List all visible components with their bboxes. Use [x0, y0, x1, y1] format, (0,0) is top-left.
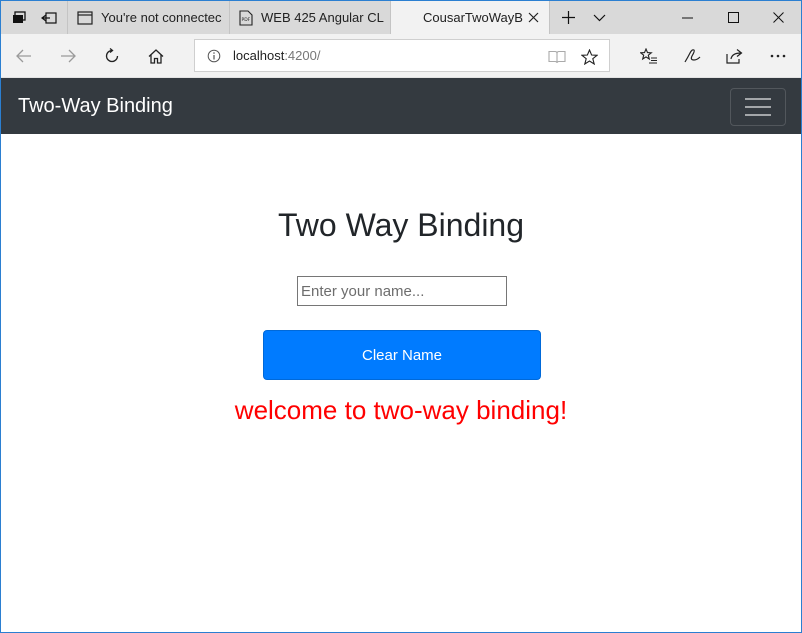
- clear-name-button[interactable]: Clear Name: [263, 330, 541, 380]
- url-port-path: :4200/: [284, 48, 321, 63]
- page-content: Two Way Binding Clear Name welcome to tw…: [1, 134, 801, 632]
- pdf-icon: PDF: [239, 9, 253, 26]
- tab-title: You're not connectec: [101, 10, 222, 25]
- tab-title: WEB 425 Angular CL: [261, 10, 384, 25]
- page-heading: Two Way Binding: [277, 207, 525, 243]
- reading-view-icon[interactable]: [547, 47, 567, 67]
- tab-cousar-two-way[interactable]: CousarTwoWayB: [390, 1, 550, 34]
- browser-window: You're not connectec PDF WEB 425 Angular…: [0, 0, 802, 633]
- browser-toolbar: localhost:4200/: [1, 34, 801, 78]
- page-icon: [77, 10, 93, 25]
- new-tab-icon[interactable]: [552, 1, 584, 34]
- info-icon[interactable]: [207, 49, 221, 63]
- navbar-brand[interactable]: Two-Way Binding: [18, 95, 173, 118]
- minimize-icon[interactable]: [664, 1, 710, 34]
- hamburger-icon: [745, 98, 771, 116]
- share-icon[interactable]: [720, 41, 750, 71]
- address-bar[interactable]: localhost:4200/: [194, 39, 610, 72]
- close-tab-icon[interactable]: [526, 10, 541, 25]
- tab-web425[interactable]: PDF WEB 425 Angular CL: [229, 1, 390, 34]
- welcome-message: welcome to two-way binding!: [234, 395, 568, 425]
- home-icon[interactable]: [141, 41, 171, 71]
- refresh-icon[interactable]: [97, 41, 127, 71]
- tab-strip: You're not connectec PDF WEB 425 Angular…: [1, 1, 801, 34]
- tab-not-connected[interactable]: You're not connectec: [67, 1, 229, 34]
- tab-title: CousarTwoWayB: [423, 10, 523, 25]
- url-host: localhost: [233, 48, 285, 63]
- url-text: localhost:4200/: [233, 48, 320, 63]
- close-window-icon[interactable]: [755, 1, 801, 34]
- chevron-down-icon[interactable]: [583, 1, 615, 34]
- favorite-star-icon[interactable]: [579, 47, 599, 67]
- favorites-list-icon[interactable]: [634, 41, 664, 71]
- navbar-toggler-button[interactable]: [730, 88, 786, 126]
- tab-actions-icon[interactable]: [3, 1, 35, 34]
- back-icon[interactable]: [9, 41, 39, 71]
- forward-icon[interactable]: [53, 41, 83, 71]
- more-options-icon[interactable]: [763, 41, 793, 71]
- site-navbar: Two-Way Binding: [1, 78, 801, 134]
- maximize-icon[interactable]: [710, 1, 756, 34]
- set-tabs-aside-icon[interactable]: [33, 1, 65, 34]
- web-note-pen-icon[interactable]: [677, 41, 707, 71]
- svg-text:PDF: PDF: [242, 17, 251, 23]
- name-input[interactable]: [297, 276, 507, 306]
